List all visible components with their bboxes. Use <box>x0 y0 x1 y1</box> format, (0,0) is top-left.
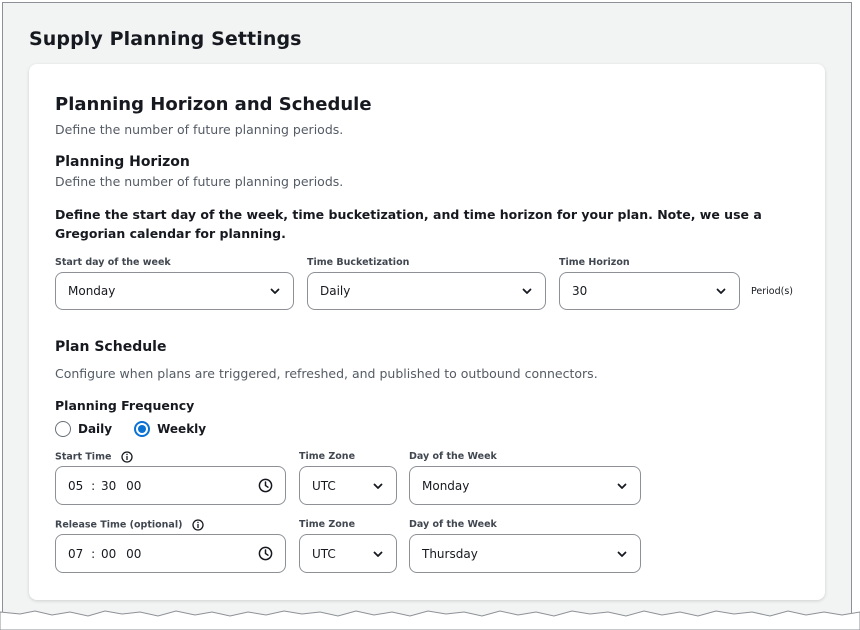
frequency-weekly-radio[interactable] <box>134 421 151 437</box>
chevron-down-icon <box>716 288 726 294</box>
release-time-seconds[interactable]: 00 <box>126 547 141 561</box>
release-time-label: Release Time (optional) <box>55 519 183 531</box>
start-time-value: 05 : 30 00 <box>68 479 141 493</box>
release-time-input[interactable]: 07 : 00 00 <box>55 534 286 573</box>
clock-icon[interactable] <box>258 546 273 561</box>
chevron-down-icon <box>617 551 627 557</box>
start-time-hours[interactable]: 05 <box>68 479 83 493</box>
time-horizon-select[interactable]: 30 <box>559 272 740 310</box>
start-dow-value: Monday <box>422 478 470 493</box>
chevron-down-icon <box>522 288 532 294</box>
plan-schedule-title: Plan Schedule <box>55 339 167 355</box>
planning-frequency-label: Planning Frequency <box>55 398 195 413</box>
frequency-weekly-label[interactable]: Weekly <box>157 422 206 436</box>
planning-horizon-description: Define the number of future planning per… <box>55 174 344 189</box>
section-title: Planning Horizon and Schedule <box>55 94 372 115</box>
torn-edge <box>0 610 860 630</box>
planning-frequency-radio-group: Daily Weekly <box>55 421 228 437</box>
time-separator: : <box>91 546 96 561</box>
chevron-down-icon <box>373 483 383 489</box>
release-time-value: 07 : 00 00 <box>68 547 141 561</box>
time-separator: : <box>91 478 96 493</box>
start-day-value: Monday <box>68 284 116 298</box>
release-time-minutes[interactable]: 00 <box>101 547 116 561</box>
info-icon[interactable] <box>121 451 133 463</box>
frequency-daily-label[interactable]: Daily <box>78 422 112 436</box>
time-horizon-label: Time Horizon <box>559 257 630 268</box>
planning-horizon-title: Planning Horizon <box>55 154 190 170</box>
bucketization-label: Time Bucketization <box>307 257 410 268</box>
chevron-down-icon <box>270 288 280 294</box>
start-time-input[interactable]: 05 : 30 00 <box>55 466 286 505</box>
page-title: Supply Planning Settings <box>29 28 302 50</box>
start-day-label: Start day of the week <box>55 257 171 268</box>
chevron-down-icon <box>617 483 627 489</box>
section-description: Define the number of future planning per… <box>55 122 344 137</box>
release-time-label-wrap: Release Time (optional) <box>55 519 204 531</box>
planning-horizon-instruction: Define the start day of the week, time b… <box>55 207 762 241</box>
start-timezone-value: UTC <box>312 478 336 493</box>
release-time-hours[interactable]: 07 <box>68 547 83 561</box>
plan-schedule-description: Configure when plans are triggered, refr… <box>55 366 598 381</box>
time-horizon-value: 30 <box>572 284 588 298</box>
radio-selected-dot <box>138 425 147 433</box>
start-time-minutes[interactable]: 30 <box>101 479 116 493</box>
start-time-seconds[interactable]: 00 <box>126 479 141 493</box>
bucketization-select[interactable]: Daily <box>307 272 546 310</box>
chevron-down-icon <box>373 551 383 557</box>
clock-icon[interactable] <box>258 478 273 493</box>
time-horizon-suffix: Period(s) <box>751 286 793 297</box>
start-dow-label: Day of the Week <box>409 451 497 462</box>
release-timezone-value: UTC <box>312 546 336 561</box>
start-day-select[interactable]: Monday <box>55 272 294 310</box>
release-dow-label: Day of the Week <box>409 519 497 530</box>
release-timezone-select[interactable]: UTC <box>299 534 397 573</box>
start-dow-select[interactable]: Monday <box>409 466 641 505</box>
start-timezone-label: Time Zone <box>299 451 356 462</box>
frequency-daily-radio[interactable] <box>55 421 71 437</box>
window-frame: Supply Planning Settings Planning Horizo… <box>2 2 852 628</box>
settings-panel: Planning Horizon and Schedule Define the… <box>29 64 825 600</box>
info-icon[interactable] <box>192 519 204 531</box>
start-timezone-select[interactable]: UTC <box>299 466 397 505</box>
release-dow-select[interactable]: Thursday <box>409 534 641 573</box>
release-timezone-label: Time Zone <box>299 519 356 530</box>
start-time-label: Start Time <box>55 451 112 463</box>
bucketization-value: Daily <box>320 284 351 298</box>
start-time-label-wrap: Start Time <box>55 451 133 463</box>
release-dow-value: Thursday <box>422 546 478 561</box>
